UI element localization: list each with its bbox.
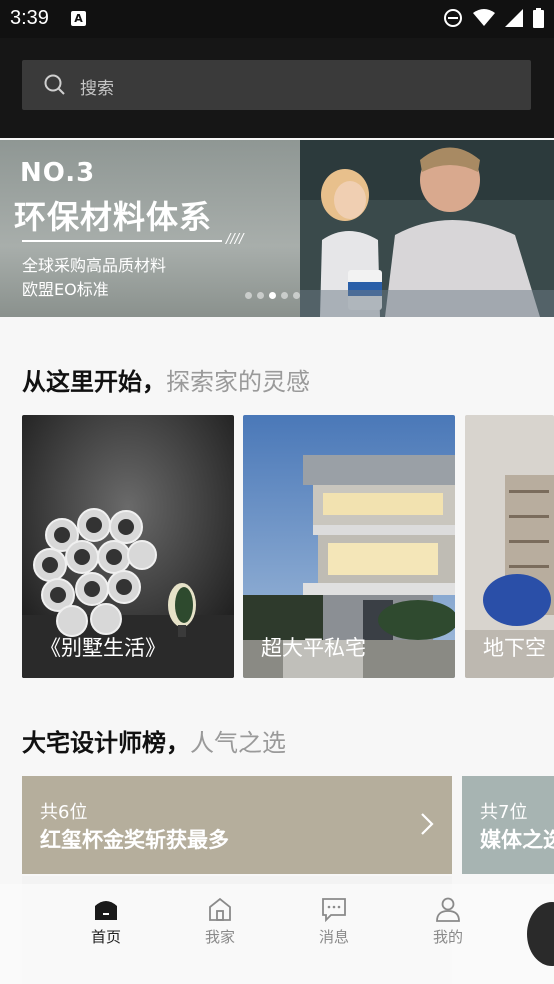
- banner-pagination: [245, 292, 300, 299]
- promo-banner[interactable]: NO.3 环保材料体系 //// 全球采购高品质材料 欧盟EO标准: [0, 140, 554, 317]
- search-placeholder: 搜索: [80, 79, 114, 99]
- pagination-dot-active[interactable]: [269, 292, 276, 299]
- nav-label: 我家: [204, 928, 235, 946]
- house-outline-icon: [209, 897, 231, 921]
- nav-profile[interactable]: 我的: [408, 896, 488, 947]
- message-icon: [322, 898, 346, 922]
- status-icons: [443, 8, 544, 28]
- nav-label: 消息: [318, 928, 349, 946]
- chevron-right-icon: [421, 813, 434, 835]
- designer-rank-card-awards[interactable]: 共6位 红玺杯金奖斩获最多: [22, 776, 452, 874]
- nav-messages[interactable]: 消息: [294, 896, 374, 947]
- banner-number: NO.3: [20, 158, 96, 188]
- card-label: 地下空: [483, 636, 546, 660]
- search-icon: [44, 74, 65, 95]
- rank-count: 共7位: [480, 802, 528, 823]
- card-label: 《别墅生活》: [40, 636, 166, 660]
- user-icon: [436, 897, 460, 922]
- rank-title: 红玺杯金奖斩获最多: [40, 828, 229, 852]
- section-title-bold: 从这里开始，: [22, 368, 166, 396]
- banner-slashes: ////: [226, 232, 244, 247]
- section-title-muted: 探索家的灵感: [166, 368, 310, 396]
- section-title-designers: 大宅设计师榜，人气之选: [22, 723, 286, 758]
- search-input[interactable]: 搜索: [22, 60, 531, 110]
- section-title-bold: 大宅设计师榜，: [22, 729, 190, 757]
- do-not-disturb-icon: [444, 9, 462, 27]
- pagination-dot[interactable]: [281, 292, 288, 299]
- banner-subtitle-1: 全球采购高品质材料: [22, 256, 167, 275]
- nav-home[interactable]: 首页: [66, 896, 146, 947]
- explore-card-villa[interactable]: 《别墅生活》: [22, 415, 234, 678]
- pagination-dot[interactable]: [293, 292, 300, 299]
- nav-label: 我的: [432, 928, 463, 946]
- app-notification-icon: A: [71, 11, 86, 26]
- floating-avatar[interactable]: [527, 902, 554, 966]
- rank-count: 共6位: [40, 802, 88, 823]
- designer-rank-card-media[interactable]: 共7位 媒体之选: [462, 776, 554, 874]
- explore-card-basement[interactable]: 地下空: [465, 415, 554, 678]
- pagination-dot[interactable]: [257, 292, 264, 299]
- wifi-icon: [473, 9, 495, 26]
- nav-my-home[interactable]: 我家: [180, 896, 260, 947]
- banner-photo: [300, 140, 554, 317]
- section-title-explore: 从这里开始，探索家的灵感: [22, 362, 310, 397]
- card-label: 超大平私宅: [261, 636, 366, 660]
- bottom-nav: 首页 我家 消息 我的: [0, 884, 554, 984]
- banner-divider: [22, 240, 222, 242]
- explore-card-residence[interactable]: 超大平私宅: [243, 415, 455, 678]
- header: 搜索: [0, 38, 554, 138]
- rank-title: 媒体之选: [480, 828, 554, 852]
- status-bar: 3:39 A: [0, 0, 554, 38]
- pagination-dot[interactable]: [245, 292, 252, 299]
- banner-subtitle-2: 欧盟EO标准: [22, 280, 109, 299]
- banner-title: 环保材料体系: [14, 198, 213, 236]
- app-screen: 3:39 A 搜索 NO.3 环保材料体系 //// 全球采购高品质材料 欧盟E…: [0, 0, 554, 984]
- status-time: 3:39: [10, 7, 49, 29]
- section-title-muted: 人气之选: [190, 729, 286, 757]
- battery-icon: [533, 8, 544, 28]
- home-filled-icon: [95, 901, 117, 920]
- signal-icon: [505, 9, 523, 27]
- nav-label: 首页: [90, 928, 121, 946]
